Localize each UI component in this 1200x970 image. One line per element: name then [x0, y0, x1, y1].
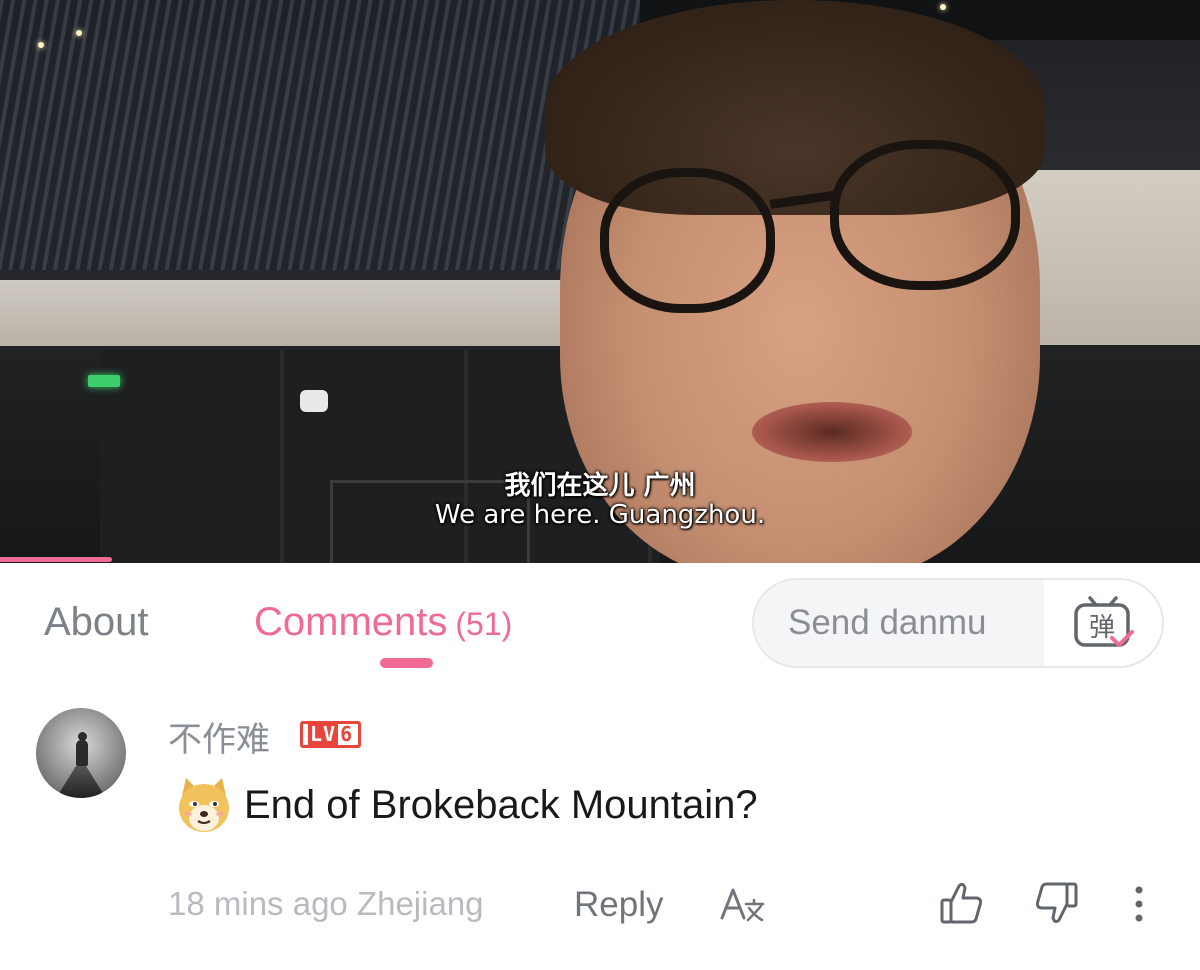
comment-text: End of Brokeback Mountain? — [244, 783, 758, 827]
level-prefix: LV — [308, 722, 339, 746]
glasses-left-lens — [600, 168, 775, 313]
video-person-mouth — [752, 402, 912, 462]
comments-count: (51) — [455, 606, 513, 642]
send-danmu-input[interactable] — [754, 580, 1044, 666]
avatar-figure — [76, 740, 88, 766]
active-tab-indicator — [380, 658, 433, 668]
doge-emoji-icon — [179, 778, 229, 832]
tab-about[interactable]: About — [44, 600, 149, 645]
user-level-badge: LV 6 — [300, 721, 362, 748]
danmu-toggle-icon: 弹 — [1074, 596, 1134, 647]
video-player[interactable]: 我们在这儿 广州 We are here. Guangzhou. — [0, 0, 1200, 563]
video-detail-page: 我们在这儿 广州 We are here. Guangzhou. About C… — [0, 0, 1200, 970]
security-camera — [300, 390, 328, 412]
danmu-box: 弹 — [752, 578, 1164, 668]
ceiling-light — [76, 30, 82, 36]
more-vertical-icon[interactable] — [1126, 882, 1152, 926]
avatar[interactable] — [36, 708, 126, 798]
reply-button[interactable]: Reply — [574, 885, 663, 925]
video-progress-bar[interactable] — [0, 557, 112, 562]
thumbs-down-icon[interactable] — [1034, 880, 1080, 926]
video-scene-beam — [0, 280, 640, 346]
exit-sign — [88, 375, 120, 387]
comment-username[interactable]: 不作难 — [168, 712, 270, 761]
comment-time-location: 18 mins ago Zhejiang — [168, 885, 484, 922]
video-scene-slats — [0, 0, 640, 270]
avatar-path — [56, 766, 106, 798]
ceiling-light — [38, 42, 44, 48]
thumbs-up-icon[interactable] — [938, 880, 984, 926]
subtitle-chinese: 我们在这儿 广州 — [504, 471, 696, 501]
tab-comments[interactable]: Comments (51) — [254, 600, 512, 645]
ceiling-light — [940, 4, 946, 10]
danmu-toggle-button[interactable]: 弹 — [1046, 580, 1162, 666]
translate-icon[interactable] — [718, 884, 766, 924]
level-value: 6 — [340, 722, 354, 746]
subtitle-english: We are here. Guangzhou. — [434, 500, 766, 530]
tab-comments-label: Comments — [254, 600, 448, 644]
glasses-right-lens — [830, 140, 1020, 290]
